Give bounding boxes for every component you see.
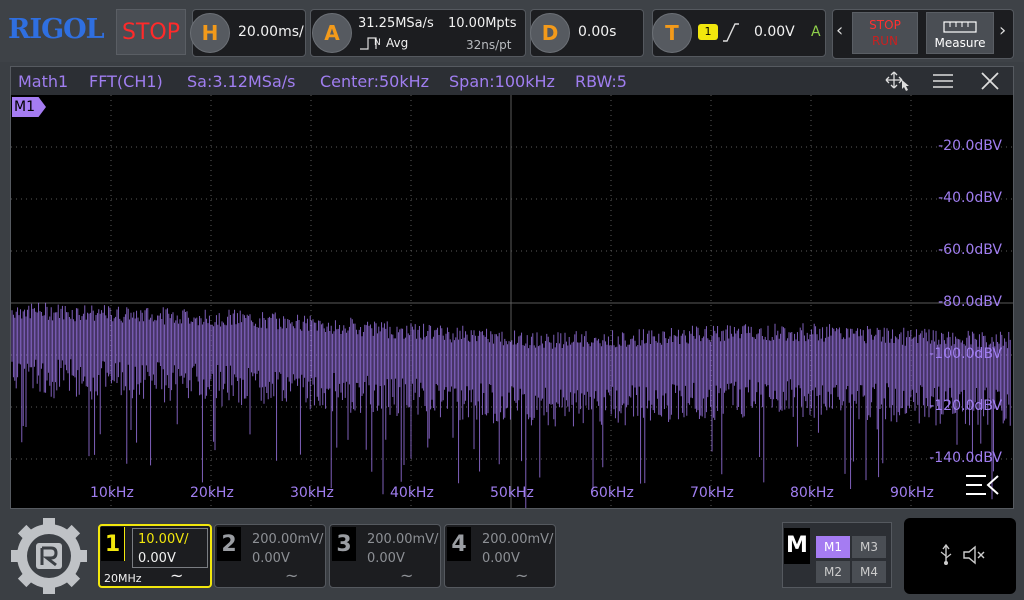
x-tick-label: 20kHz xyxy=(190,485,234,501)
close-icon[interactable] xyxy=(980,71,1000,91)
math-rbw: RBW:5 xyxy=(575,72,627,91)
channel-2-offset: 0.00V xyxy=(252,551,290,566)
channel-2-coupling-icon: ~ xyxy=(285,566,299,585)
speaker-mute-icon[interactable] xyxy=(962,544,988,566)
y-tick-label: -100.0dBV xyxy=(929,346,1002,362)
measure-button[interactable]: Measure xyxy=(926,12,994,54)
y-tick-label: -60.0dBV xyxy=(938,242,1002,258)
x-tick-label: 10kHz xyxy=(90,485,134,501)
y-tick-label: -140.0dBV xyxy=(929,450,1002,466)
x-tick-label: 40kHz xyxy=(390,485,434,501)
memory-depth-value: 10.00Mpts xyxy=(448,16,517,31)
trigger-sweep: A xyxy=(811,24,821,40)
trigger-badge[interactable]: T xyxy=(652,13,692,53)
math-m3-button[interactable]: M3 xyxy=(852,536,886,558)
rigol-logo: RIGOL xyxy=(8,14,105,45)
x-tick-label: 50kHz xyxy=(490,485,534,501)
x-tick-label: 80kHz xyxy=(790,485,834,501)
math-m4-button[interactable]: M4 xyxy=(852,561,886,583)
channel-4-number: 4 xyxy=(447,527,471,561)
trigger-source-badge: 1 xyxy=(698,24,718,40)
math-m1-button[interactable]: M1 xyxy=(816,536,850,558)
run-state-indicator[interactable]: STOP xyxy=(116,9,186,55)
math-menu-label[interactable]: M xyxy=(784,528,810,564)
x-tick-label: 60kHz xyxy=(590,485,634,501)
acquire-mode-icon: N xyxy=(374,38,381,48)
sample-rate-value: 31.25MSa/s xyxy=(358,16,434,31)
trigger-level: 0.00V xyxy=(754,24,795,40)
run-stop-top-label: STOP xyxy=(869,18,901,32)
chevron-right-icon[interactable]: › xyxy=(999,20,1006,41)
x-tick-label: 90kHz xyxy=(890,485,934,501)
channel-4-offset: 0.00V xyxy=(482,551,520,566)
delay-badge[interactable]: D xyxy=(530,13,570,53)
usb-icon[interactable] xyxy=(938,543,954,566)
time-per-point: 32ns/pt xyxy=(466,38,512,52)
collapse-menu-icon[interactable] xyxy=(964,472,1000,498)
y-tick-label: -20.0dBV xyxy=(938,138,1002,154)
channel-3-number: 3 xyxy=(332,527,356,561)
channel-1-coupling-icon: ~ xyxy=(170,566,184,585)
acquire-badge[interactable]: A xyxy=(312,13,352,53)
rising-edge-icon xyxy=(722,22,740,42)
menu-icon[interactable] xyxy=(932,72,954,90)
horizontal-badge[interactable]: H xyxy=(190,13,230,53)
chevron-left-icon[interactable]: ‹ xyxy=(836,20,843,41)
math-sample-rate: Sa:3.12MSa/s xyxy=(187,72,296,91)
channel-3-offset: 0.00V xyxy=(367,551,405,566)
delay-value: 0.00s xyxy=(578,24,617,40)
x-tick-label: 70kHz xyxy=(690,485,734,501)
system-tray xyxy=(904,518,1016,594)
move-window-icon[interactable] xyxy=(884,70,912,92)
home-gear-button[interactable] xyxy=(10,518,88,594)
math-source: Math1 xyxy=(18,72,69,91)
channel-1-number: 1 xyxy=(101,527,125,561)
math-center: Center:50kHz xyxy=(320,72,430,91)
channel-1-scale: 10.00V/ xyxy=(138,532,189,547)
x-tick-label: 30kHz xyxy=(290,485,334,501)
ruler-icon xyxy=(943,21,977,33)
run-stop-bottom-label: RUN xyxy=(871,34,899,48)
channel-3-coupling-icon: ~ xyxy=(400,566,414,585)
fft-graticule xyxy=(11,95,1013,508)
channel-1-offset: 0.00V xyxy=(138,551,176,566)
y-tick-label: -80.0dBV xyxy=(938,294,1002,310)
math-span: Span:100kHz xyxy=(449,72,555,91)
channel-2-scale: 200.00mV/ xyxy=(252,532,324,547)
math-m2-button[interactable]: M2 xyxy=(816,561,850,583)
acquire-mode: Avg xyxy=(386,36,409,50)
channel-4-coupling-icon: ~ xyxy=(515,566,529,585)
channel-3-scale: 200.00mV/ xyxy=(367,532,439,547)
channel-1-bandwidth: 20MHz xyxy=(104,572,142,585)
timebase-value: 20.00ms/ xyxy=(238,24,304,40)
channel-2-number: 2 xyxy=(217,527,241,561)
measure-label: Measure xyxy=(934,36,986,50)
channel-4-scale: 200.00mV/ xyxy=(482,532,554,547)
run-stop-button[interactable]: STOP RUN xyxy=(852,12,918,54)
y-tick-label: -40.0dBV xyxy=(938,190,1002,206)
y-tick-label: -120.0dBV xyxy=(929,398,1002,414)
math-function: FFT(CH1) xyxy=(89,72,163,91)
